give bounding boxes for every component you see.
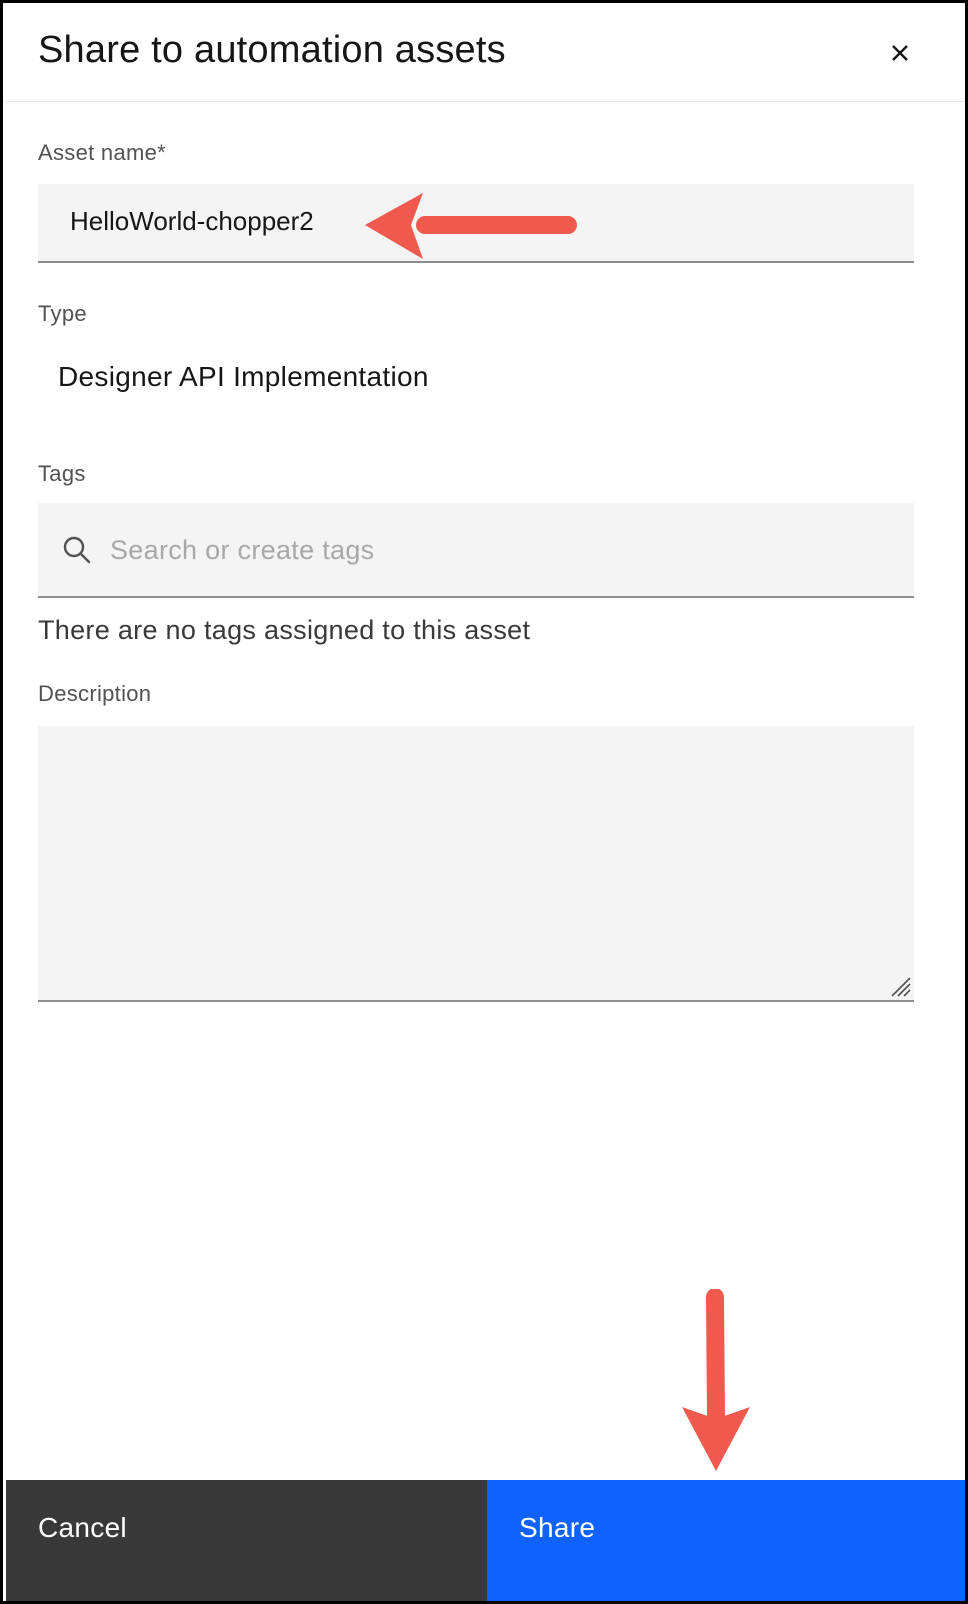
no-tags-message: There are no tags assigned to this asset xyxy=(38,615,531,645)
modal-footer: Cancel Share xyxy=(6,1480,965,1601)
tags-placeholder: Search or create tags xyxy=(110,535,375,565)
type-value: Designer API Implementation xyxy=(58,361,429,392)
resize-handle-icon[interactable] xyxy=(888,974,912,998)
screenshot-frame: Share to automation assets Asset name* H… xyxy=(0,0,968,1604)
description-label: Description xyxy=(38,681,152,706)
asset-name-value: HelloWorld-chopper2 xyxy=(70,206,314,236)
description-textarea[interactable] xyxy=(38,726,914,1002)
left-arrow-annotation-icon xyxy=(365,193,577,259)
share-button[interactable]: Share xyxy=(487,1480,965,1601)
tags-search-input[interactable]: Search or create tags xyxy=(38,503,914,598)
asset-name-label: Asset name* xyxy=(38,140,167,165)
close-icon xyxy=(892,45,908,61)
cancel-button-label: Cancel xyxy=(38,1512,127,1543)
down-arrow-annotation-icon xyxy=(682,1289,750,1471)
cancel-button[interactable]: Cancel xyxy=(6,1480,487,1601)
share-button-label: Share xyxy=(519,1512,596,1543)
modal-title: Share to automation assets xyxy=(38,29,506,71)
close-button[interactable] xyxy=(886,39,914,67)
modal-header: Share to automation assets xyxy=(6,3,965,102)
tags-label: Tags xyxy=(38,461,86,486)
type-label: Type xyxy=(38,301,87,326)
search-icon xyxy=(63,536,91,564)
